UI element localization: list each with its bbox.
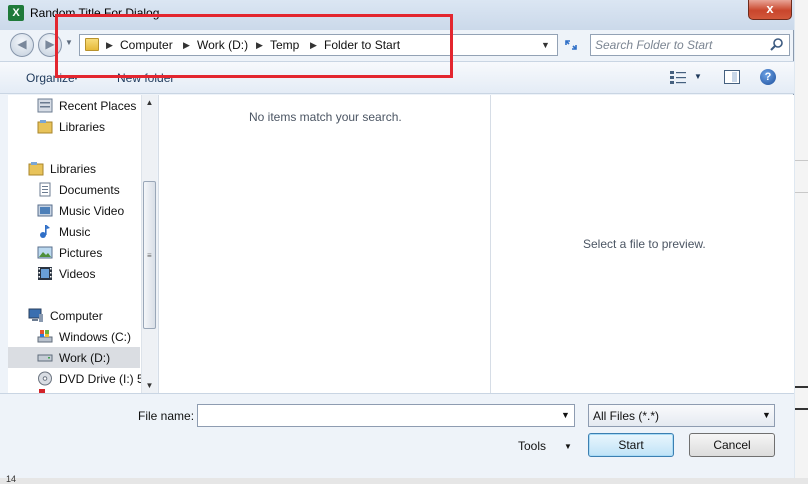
nav-item-libraries-favorite[interactable]: Libraries bbox=[8, 116, 140, 137]
nav-item-libraries[interactable]: Libraries bbox=[8, 158, 140, 179]
search-input[interactable] bbox=[595, 37, 765, 53]
windows-drive-icon bbox=[37, 330, 53, 343]
file-name-label: File name: bbox=[138, 409, 195, 423]
scroll-up-arrow-icon[interactable]: ▲ bbox=[142, 95, 157, 110]
nav-item-dvd-drive[interactable]: DVD Drive (I:) 5( bbox=[8, 368, 148, 389]
nav-item-label: Music Video bbox=[59, 204, 125, 218]
nav-item-videos[interactable]: Videos bbox=[8, 263, 140, 284]
scrollbar-thumb[interactable]: ≡ bbox=[143, 181, 156, 329]
file-name-combobox[interactable]: ▼ bbox=[197, 404, 575, 427]
file-name-input[interactable] bbox=[202, 408, 542, 424]
drive-icon bbox=[37, 354, 53, 362]
nav-item-label: Computer bbox=[50, 309, 103, 323]
empty-results-message: No items match your search. bbox=[249, 110, 402, 124]
file-list-pane[interactable]: No items match your search. bbox=[158, 95, 490, 393]
preview-message: Select a file to preview. bbox=[583, 237, 706, 251]
nav-item-work-d[interactable]: Work (D:) bbox=[8, 347, 140, 368]
preview-pane: Select a file to preview. bbox=[490, 95, 794, 393]
cancel-button[interactable]: Cancel bbox=[689, 433, 775, 457]
nav-item-music-video[interactable]: Music Video bbox=[8, 200, 140, 221]
nav-item-label: Videos bbox=[59, 267, 96, 281]
scroll-down-arrow-icon[interactable]: ▼ bbox=[142, 378, 157, 393]
file-type-select[interactable]: All Files (*.*) ▼ bbox=[588, 404, 775, 427]
excel-app-icon: X bbox=[8, 5, 24, 21]
dialog-footer: File name: ▼ All Files (*.*) ▼ Tools ▼ S… bbox=[0, 393, 794, 484]
view-dropdown-icon[interactable]: ▼ bbox=[694, 72, 702, 81]
nav-item-label: Windows (C:) bbox=[59, 330, 132, 344]
recent-places-icon bbox=[37, 98, 53, 113]
background-row-number: 14 bbox=[6, 474, 17, 484]
help-icon[interactable]: ? bbox=[760, 69, 776, 85]
refresh-button[interactable] bbox=[560, 34, 582, 56]
tools-dropdown-icon[interactable]: ▼ bbox=[564, 442, 572, 451]
search-icon[interactable] bbox=[769, 37, 785, 53]
nav-item-label: Libraries bbox=[59, 120, 106, 134]
background-spreadsheet-edge bbox=[795, 0, 808, 484]
nav-item-label: DVD Drive (I:) 5( bbox=[59, 372, 148, 386]
refresh-icon bbox=[565, 40, 577, 50]
scroll-grip-icon: ≡ bbox=[147, 251, 152, 260]
nav-item-label: Libraries bbox=[50, 162, 97, 176]
computer-icon bbox=[28, 308, 43, 322]
pictures-icon bbox=[37, 246, 53, 259]
nav-item-music[interactable]: Music bbox=[8, 221, 140, 242]
nav-item-label: Recent Places bbox=[59, 99, 137, 113]
start-button[interactable]: Start bbox=[588, 433, 674, 457]
nav-item-windows-c[interactable]: Windows (C:) bbox=[8, 326, 140, 347]
background-gridline bbox=[795, 386, 808, 388]
libraries-icon bbox=[37, 120, 53, 134]
nav-item-label: Pictures bbox=[59, 246, 103, 260]
nav-item-label: Work (D:) bbox=[59, 351, 111, 365]
file-type-dropdown-icon[interactable]: ▼ bbox=[762, 410, 771, 420]
navigation-pane[interactable]: Recent Places Libraries Libraries Docume… bbox=[8, 95, 157, 393]
file-open-dialog: X Random Title For Dialog x ◀ ▶ ▼ ▶ Comp… bbox=[0, 0, 794, 484]
red-highlight-annotation bbox=[55, 14, 453, 78]
music-icon bbox=[40, 225, 50, 238]
nav-item-documents[interactable]: Documents bbox=[8, 179, 140, 200]
background-spreadsheet-row: 14 bbox=[0, 474, 808, 484]
file-type-selected: All Files (*.*) bbox=[593, 409, 660, 423]
file-name-dropdown-icon[interactable]: ▼ bbox=[561, 410, 570, 420]
nav-item-computer[interactable]: Computer bbox=[8, 305, 140, 326]
background-gridline bbox=[795, 408, 808, 410]
libraries-icon bbox=[28, 162, 44, 176]
address-dropdown-icon[interactable]: ▼ bbox=[541, 40, 550, 50]
music-video-icon bbox=[37, 204, 53, 217]
back-button[interactable]: ◀ bbox=[10, 33, 34, 57]
preview-pane-toggle-icon[interactable] bbox=[724, 70, 740, 84]
documents-icon bbox=[39, 182, 51, 197]
nav-item-label: Music bbox=[59, 225, 91, 239]
search-box[interactable] bbox=[590, 34, 790, 56]
nav-item-label: Documents bbox=[59, 183, 120, 197]
change-view-icon[interactable] bbox=[670, 70, 686, 84]
tools-button[interactable]: Tools bbox=[518, 439, 546, 453]
background-gridline bbox=[795, 160, 808, 161]
close-button[interactable]: x bbox=[748, 0, 792, 20]
nav-item-pictures[interactable]: Pictures bbox=[8, 242, 140, 263]
background-gridline bbox=[795, 192, 808, 193]
navigation-pane-scrollbar[interactable]: ▲ ≡ ▼ bbox=[141, 95, 157, 393]
nav-item-recent-places[interactable]: Recent Places bbox=[8, 95, 140, 116]
dvd-drive-icon bbox=[38, 371, 52, 386]
videos-icon bbox=[38, 267, 52, 280]
